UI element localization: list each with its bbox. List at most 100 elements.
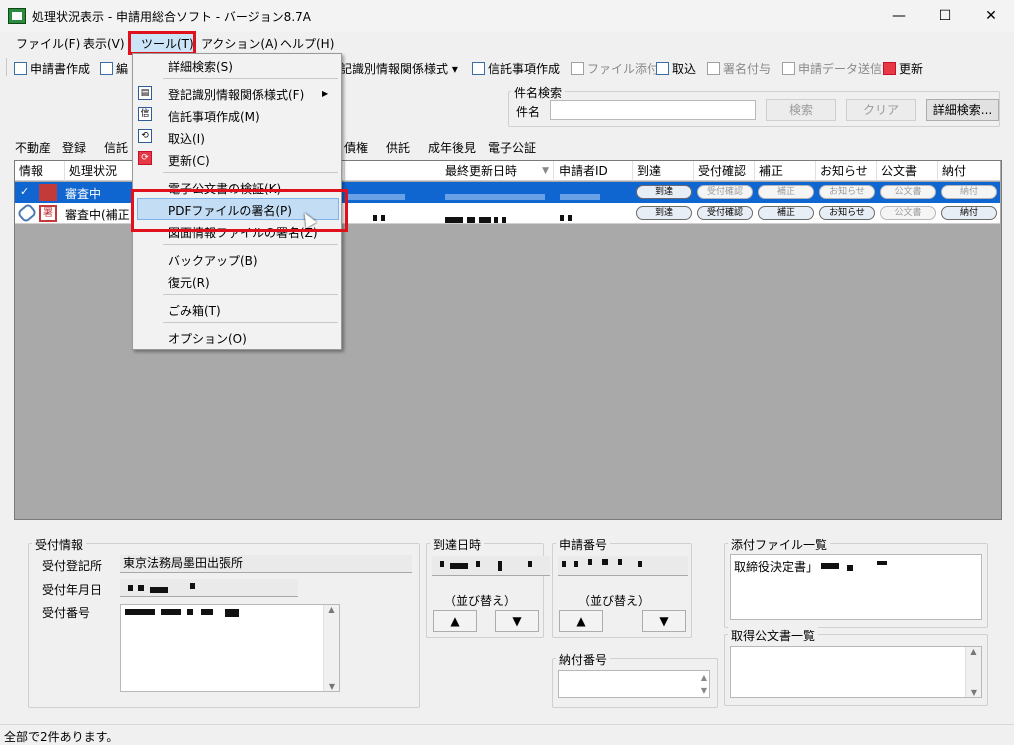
attachments-list[interactable]: 取締役決定書」 — [730, 554, 982, 620]
attachments-title: 添付ファイル一覧 — [728, 536, 831, 553]
app-number-sort-down-button[interactable]: ▼ — [642, 610, 686, 632]
tab-claims[interactable]: 債権 — [344, 139, 368, 156]
scroll-up-icon[interactable]: ▲ — [966, 647, 981, 656]
receipt-number-scrollbar[interactable]: ▲ ▼ — [323, 605, 339, 691]
column-header-info[interactable]: 情報 — [15, 161, 65, 181]
menu-options[interactable]: オプション(O) — [168, 330, 247, 347]
menu-separator — [163, 78, 338, 79]
arrival-sort-down-button[interactable]: ▼ — [495, 610, 539, 632]
status-bar: 全部で2件あります。 — [0, 724, 1014, 745]
menu-import[interactable]: 取込(I) — [168, 130, 205, 147]
office-label: 受付登記所 — [42, 559, 103, 573]
import-button[interactable]: 取込 — [656, 60, 696, 77]
payment-button[interactable]: 納付 — [941, 206, 997, 220]
detail-search-button[interactable]: 詳細検索... — [926, 99, 999, 121]
official-docs-scrollbar[interactable]: ▲ ▼ — [965, 647, 981, 697]
trust-create-label: 信託事項作成 — [488, 62, 561, 76]
arrival-value — [432, 556, 550, 576]
attachment-item[interactable]: 取締役決定書」 — [734, 558, 818, 575]
app-number-sort-up-button[interactable]: ▲ — [559, 610, 603, 632]
tab-electronic-notary[interactable]: 電子公証 — [488, 139, 536, 156]
row-status: 審査中(補正 — [65, 208, 130, 222]
sign-button[interactable]: 署名付与 — [707, 60, 771, 77]
scroll-up-icon[interactable]: ▲ — [324, 605, 339, 614]
menu-file[interactable]: ファイル(F) — [16, 35, 80, 52]
column-header-official-doc[interactable]: 公文書 — [877, 161, 938, 181]
tab-registration[interactable]: 登録 — [62, 139, 86, 156]
correction-button[interactable]: 補正 — [758, 185, 814, 199]
payment-button[interactable]: 納付 — [941, 185, 997, 199]
refresh-button[interactable]: 更新 — [883, 60, 923, 77]
menu-view[interactable]: 表示(V) — [83, 35, 125, 52]
menu-tools[interactable]: ツール(T) — [141, 35, 194, 52]
spin-down-icon[interactable]: ▼ — [701, 686, 707, 695]
toolbar-grip — [6, 58, 7, 76]
app-number-value — [558, 556, 688, 576]
menu-action[interactable]: アクション(A) — [201, 35, 278, 52]
import-icon — [656, 62, 669, 75]
column-header-updated[interactable]: 最終更新日時 ▼ — [441, 161, 554, 181]
menu-restore[interactable]: 復元(R) — [168, 274, 210, 291]
date-value — [120, 579, 298, 597]
window-title: 処理状況表示 - 申請用総合ソフト - バージョン8.7A — [32, 10, 311, 24]
maximize-button[interactable]: ☐ — [922, 0, 968, 32]
column-header-notice[interactable]: お知らせ — [816, 161, 877, 181]
masked-value — [445, 189, 545, 203]
arrival-sort-label: （並び替え） — [444, 594, 517, 608]
official-doc-button[interactable]: 公文書 — [880, 185, 936, 199]
clear-button[interactable]: クリア — [846, 99, 916, 121]
send-data-button[interactable]: 申請データ送信 — [782, 60, 882, 77]
official-doc-button[interactable]: 公文書 — [880, 206, 936, 220]
scroll-down-icon[interactable]: ▼ — [324, 682, 340, 691]
arrival-sort-up-button[interactable]: ▲ — [433, 610, 477, 632]
menu-help[interactable]: ヘルプ(H) — [280, 35, 334, 52]
office-value: 東京法務局墨田出張所 — [120, 555, 412, 573]
subject-label: 件名 — [516, 105, 541, 119]
create-application-button[interactable]: 申請書作成 — [14, 60, 90, 77]
arrival-button[interactable]: 到達 — [636, 185, 692, 199]
create-application-label: 申請書作成 — [30, 62, 91, 76]
close-button[interactable]: ✕ — [968, 0, 1014, 32]
menu-backup[interactable]: バックアップ(B) — [168, 252, 258, 269]
official-docs-title: 取得公文書一覧 — [728, 627, 819, 644]
sign-icon — [707, 62, 720, 75]
tab-trust[interactable]: 信託 — [104, 139, 132, 156]
tab-adult-guardianship[interactable]: 成年後見 — [428, 139, 476, 156]
refresh-icon — [883, 62, 896, 75]
menu-trash[interactable]: ごみ箱(T) — [168, 302, 221, 319]
date-label: 受付年月日 — [42, 583, 103, 597]
minimize-button[interactable]: — — [876, 0, 922, 32]
notice-button[interactable]: お知らせ — [819, 206, 875, 220]
notice-button[interactable]: お知らせ — [819, 185, 875, 199]
subject-input[interactable] — [550, 100, 756, 120]
masked-value — [445, 212, 507, 226]
column-header-receipt[interactable]: 受付確認 — [694, 161, 755, 181]
menu-trust-create[interactable]: 信託事項作成(M) — [168, 108, 260, 125]
tab-deposit[interactable]: 供託 — [386, 139, 410, 156]
trust-create-button[interactable]: 信託事項作成 — [472, 60, 560, 77]
arrival-button[interactable]: 到達 — [636, 206, 692, 220]
menu-id-info-forms[interactable]: 登記識別情報関係様式(F) — [168, 86, 304, 103]
search-button[interactable]: 検索 — [766, 99, 836, 121]
document-icon — [14, 62, 27, 75]
column-header-arrival[interactable]: 到達 — [633, 161, 694, 181]
receipt-button[interactable]: 受付確認 — [697, 206, 753, 220]
app-number-title: 申請番号 — [556, 536, 611, 553]
menu-detail-search[interactable]: 詳細検索(S) — [168, 58, 233, 75]
attach-file-button[interactable]: ファイル添付 — [571, 60, 659, 77]
id-info-forms-button[interactable]: 記識別情報関係様式 ▾ — [340, 60, 458, 77]
edit-button[interactable]: 編 — [100, 60, 128, 77]
column-header-applicant-id[interactable]: 申請者ID — [555, 161, 633, 181]
column-header-payment[interactable]: 納付 — [938, 161, 1000, 181]
refresh-icon: ⟳ — [138, 151, 152, 165]
tab-real-estate[interactable]: 不動産 — [15, 139, 51, 156]
column-header-correction[interactable]: 補正 — [755, 161, 816, 181]
correction-button[interactable]: 補正 — [758, 206, 814, 220]
spin-up-icon[interactable]: ▲ — [701, 673, 707, 682]
menu-refresh[interactable]: 更新(C) — [168, 152, 210, 169]
payment-number-title: 納付番号 — [556, 651, 611, 668]
scroll-down-icon[interactable]: ▼ — [966, 688, 982, 697]
receipt-button[interactable]: 受付確認 — [697, 185, 753, 199]
menu-separator — [163, 322, 338, 323]
official-docs-list[interactable]: ▲ ▼ — [730, 646, 982, 698]
